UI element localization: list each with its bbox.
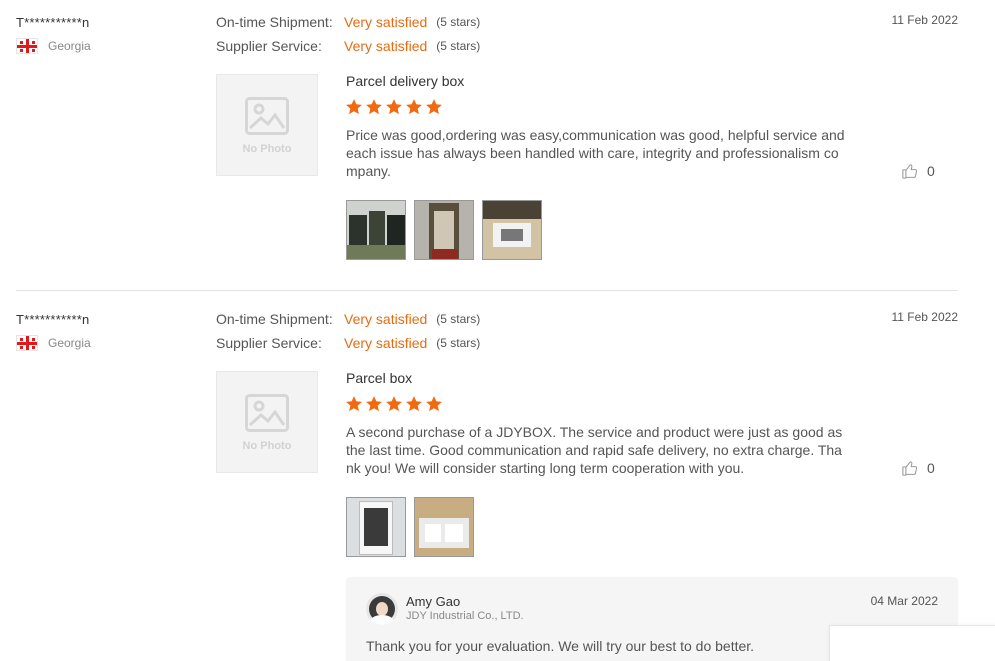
rating-stars-text: (5 stars)	[436, 39, 481, 53]
star-icon	[386, 396, 402, 412]
rating-label: Supplier Service:	[216, 335, 322, 351]
buyer-name: T***********n	[16, 15, 90, 30]
review-photo-thumbnail[interactable]	[414, 200, 474, 260]
review-date: 11 Feb 2022	[891, 13, 959, 27]
star-icon	[406, 396, 422, 412]
buyer-name: T***********n	[16, 312, 90, 327]
rating-supplier-service: Supplier Service: Very satisfied (5 star…	[216, 38, 480, 54]
star-rating	[345, 98, 445, 116]
product-name[interactable]: Parcel box	[346, 370, 412, 386]
country-label: Georgia	[48, 39, 91, 53]
rating-value: Very satisfied	[344, 335, 428, 351]
buyer-country: Georgia	[16, 335, 91, 351]
product-image-placeholder[interactable]: No Photo	[216, 371, 318, 473]
georgia-flag-icon	[16, 335, 38, 351]
reply-author-name: Amy Gao	[406, 594, 461, 609]
rating-on-time-shipment: On-time Shipment: Very satisfied (5 star…	[216, 311, 480, 327]
like-control: 0	[901, 162, 935, 180]
star-icon	[366, 99, 382, 115]
star-rating	[345, 395, 445, 413]
no-photo-label: No Photo	[242, 143, 292, 155]
country-label: Georgia	[48, 336, 91, 350]
product-image-placeholder[interactable]: No Photo	[216, 74, 318, 176]
product-name[interactable]: Parcel delivery box	[346, 73, 464, 89]
review-photo-thumbnail[interactable]	[482, 200, 542, 260]
star-icon	[346, 396, 362, 412]
review-date: 11 Feb 2022	[891, 310, 959, 324]
floating-panel	[829, 625, 995, 661]
no-photo-label: No Photo	[242, 440, 292, 452]
star-icon	[386, 99, 402, 115]
georgia-flag-icon	[16, 38, 38, 54]
reply-date: 04 Mar 2022	[870, 594, 938, 608]
review-photo-thumbnail[interactable]	[346, 497, 406, 557]
star-icon	[426, 396, 442, 412]
review-photo-thumbnail[interactable]	[346, 200, 406, 260]
star-icon	[426, 99, 442, 115]
buyer-country: Georgia	[16, 38, 91, 54]
review-photos	[346, 497, 482, 557]
thumbs-up-icon[interactable]	[901, 459, 919, 477]
like-count: 0	[927, 460, 935, 476]
star-icon	[366, 396, 382, 412]
rating-value: Very satisfied	[344, 38, 428, 54]
rating-supplier-service: Supplier Service: Very satisfied (5 star…	[216, 335, 480, 351]
review-divider	[16, 290, 958, 291]
reply-text: Thank you for your evaluation. We will t…	[366, 638, 755, 654]
thumbs-up-icon[interactable]	[901, 162, 919, 180]
review-card: T***********n Georgia On-time Shipment: …	[0, 0, 995, 291]
like-control: 0	[901, 459, 935, 477]
image-placeholder-icon	[245, 394, 289, 432]
rating-on-time-shipment: On-time Shipment: Very satisfied (5 star…	[216, 14, 480, 30]
rating-value: Very satisfied	[344, 14, 428, 30]
review-photos	[346, 200, 550, 260]
review-text: A second purchase of a JDYBOX. The servi…	[346, 424, 843, 476]
star-icon	[346, 99, 362, 115]
image-placeholder-icon	[245, 97, 289, 135]
rating-stars-text: (5 stars)	[436, 336, 481, 350]
avatar	[366, 593, 398, 625]
rating-label: Supplier Service:	[216, 38, 322, 54]
review-photo-thumbnail[interactable]	[414, 497, 474, 557]
star-icon	[406, 99, 422, 115]
reply-company: JDY Industrial Co., LTD.	[406, 610, 524, 622]
rating-stars-text: (5 stars)	[436, 312, 481, 326]
like-count: 0	[927, 163, 935, 179]
rating-stars-text: (5 stars)	[436, 15, 481, 29]
review-text: Price was good,ordering was easy,communi…	[346, 127, 845, 179]
rating-value: Very satisfied	[344, 311, 428, 327]
rating-label: On-time Shipment:	[216, 311, 333, 327]
rating-label: On-time Shipment:	[216, 14, 333, 30]
review-card: T***********n Georgia On-time Shipment: …	[0, 297, 995, 661]
